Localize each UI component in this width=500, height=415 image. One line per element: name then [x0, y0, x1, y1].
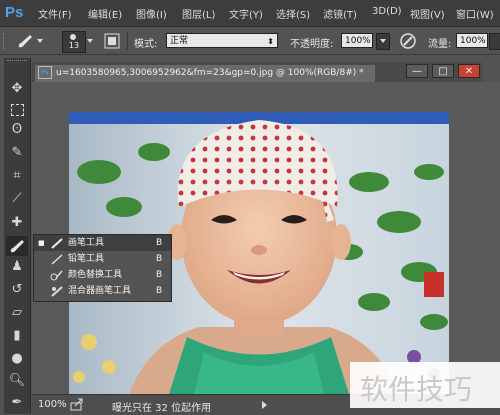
flow-label: 流量: — [428, 39, 452, 50]
ps-document-icon: Ps — [38, 66, 52, 79]
menu-bar: Ps 文件(F) 编辑(E) 图像(I) 图层(L) 文字(Y) 选择(S) 滤… — [0, 0, 500, 27]
opacity-dropdown[interactable] — [376, 33, 390, 50]
menu-3d[interactable]: 3D(D) — [372, 6, 402, 17]
healing-brush-tool-icon[interactable]: ✚ — [7, 214, 27, 232]
flyout-item-color-replacement-tool[interactable]: 颜色替换工具 B — [34, 267, 171, 283]
flyout-shortcut: B — [156, 270, 163, 280]
menu-window[interactable]: 窗口(W) — [456, 6, 494, 21]
marquee-tool-icon[interactable] — [7, 101, 27, 119]
mode-value: 正常 — [170, 36, 189, 46]
eyedropper-tool-icon[interactable]: ⟋ — [7, 190, 27, 208]
menu-file[interactable]: 文件(F) — [38, 6, 72, 21]
status-menu-arrow-icon[interactable] — [262, 401, 267, 409]
mode-select[interactable]: 正常 ⬍ — [166, 33, 278, 48]
maximize-button[interactable]: □ — [432, 64, 454, 78]
document-tab[interactable]: Ps u=1603580965,3006952962&fm=23&gp=0.jpg… — [35, 65, 375, 82]
selected-bullet-icon: ■ — [38, 239, 45, 247]
divider — [127, 32, 128, 50]
dodge-tool-icon[interactable]: 🔍︎ — [7, 372, 27, 390]
flyout-label: 铅笔工具 — [68, 254, 105, 264]
flyout-label: 混合器画笔工具 — [68, 286, 132, 296]
share-icon[interactable] — [70, 398, 84, 411]
document-title: u=1603580965,3006952962&fm=23&gp=0.jpg @… — [56, 68, 364, 78]
pressure-opacity-icon[interactable] — [398, 32, 418, 50]
flyout-shortcut: B — [156, 238, 163, 248]
options-bar: 13 模式: 正常 ⬍ 不透明度: 100% 流量: 100% — [0, 27, 500, 55]
status-info: 曝光只在 32 位起作用 — [112, 403, 212, 414]
menu-select[interactable]: 选择(S) — [276, 6, 310, 21]
zoom-level[interactable]: 100% — [38, 399, 67, 410]
flyout-item-brush-tool[interactable]: ■ 画笔工具 B — [34, 235, 171, 251]
flyout-item-pencil-tool[interactable]: 铅笔工具 B — [34, 251, 171, 267]
brush-icon — [51, 238, 63, 249]
chevron-down-icon[interactable] — [87, 39, 93, 43]
flow-input[interactable]: 100% — [456, 33, 488, 48]
flyout-item-mixer-brush-tool[interactable]: 混合器画笔工具 B — [34, 283, 171, 299]
history-brush-tool-icon[interactable]: ↺ — [7, 281, 27, 299]
blur-tool-icon[interactable]: ● — [7, 350, 27, 368]
clone-stamp-tool-icon[interactable]: ♟ — [7, 258, 27, 276]
pen-tool-icon[interactable]: ✒ — [7, 394, 27, 412]
brush-tool-active[interactable] — [6, 236, 28, 256]
quick-selection-tool-icon[interactable]: ✎ — [7, 144, 27, 162]
watermark-text: 软件技巧 — [360, 373, 473, 406]
flyout-label: 画笔工具 — [68, 238, 105, 248]
tool-preset-dropdown-icon[interactable] — [37, 39, 43, 43]
eraser-tool-icon[interactable]: ▱ — [7, 304, 27, 322]
menu-image[interactable]: 图像(I) — [136, 6, 167, 21]
brush-tool-icon[interactable] — [14, 31, 36, 51]
mode-label: 模式: — [134, 39, 158, 50]
chevron-down-icon — [380, 39, 386, 43]
app-logo: Ps — [5, 4, 24, 21]
crop-tool-icon[interactable]: ⌗ — [7, 167, 27, 185]
brush-size-value: 13 — [68, 41, 80, 50]
panel-grip[interactable] — [7, 60, 27, 65]
menu-layer[interactable]: 图层(L) — [182, 6, 215, 21]
select-arrows-icon: ⬍ — [267, 37, 274, 46]
color-replacement-icon — [50, 270, 63, 281]
grip-handle[interactable] — [3, 33, 8, 49]
mixer-brush-icon — [51, 286, 63, 297]
brush-icon — [10, 240, 24, 253]
menu-view[interactable]: 视图(V) — [410, 6, 445, 21]
menu-type[interactable]: 文字(Y) — [229, 6, 263, 21]
menu-edit[interactable]: 编辑(E) — [88, 6, 122, 21]
flyout-label: 颜色替换工具 — [68, 270, 123, 280]
lasso-tool-icon[interactable]: ʘ — [7, 121, 27, 139]
gradient-tool-icon[interactable]: ▮ — [7, 327, 27, 345]
flyout-shortcut: B — [156, 254, 163, 264]
brush-preset-picker[interactable]: 13 — [62, 31, 86, 53]
flow-dropdown[interactable] — [489, 33, 500, 50]
close-button[interactable]: ✕ — [458, 64, 480, 78]
brush-panel-toggle-icon[interactable] — [104, 33, 120, 49]
menu-filter[interactable]: 滤镜(T) — [323, 6, 357, 21]
opacity-input[interactable]: 100% — [341, 33, 373, 48]
brush-tools-flyout: ■ 画笔工具 B 铅笔工具 B 颜色替换工具 B 混合器画笔工具 B — [33, 234, 172, 302]
minimize-button[interactable]: — — [406, 64, 428, 78]
flyout-shortcut: B — [156, 286, 163, 296]
opacity-label: 不透明度: — [290, 39, 334, 50]
watermark: 软件技巧 — [350, 362, 500, 408]
brush-tip-icon — [70, 34, 76, 40]
move-tool-icon[interactable]: ✥ — [7, 80, 27, 98]
pencil-icon — [51, 254, 63, 265]
